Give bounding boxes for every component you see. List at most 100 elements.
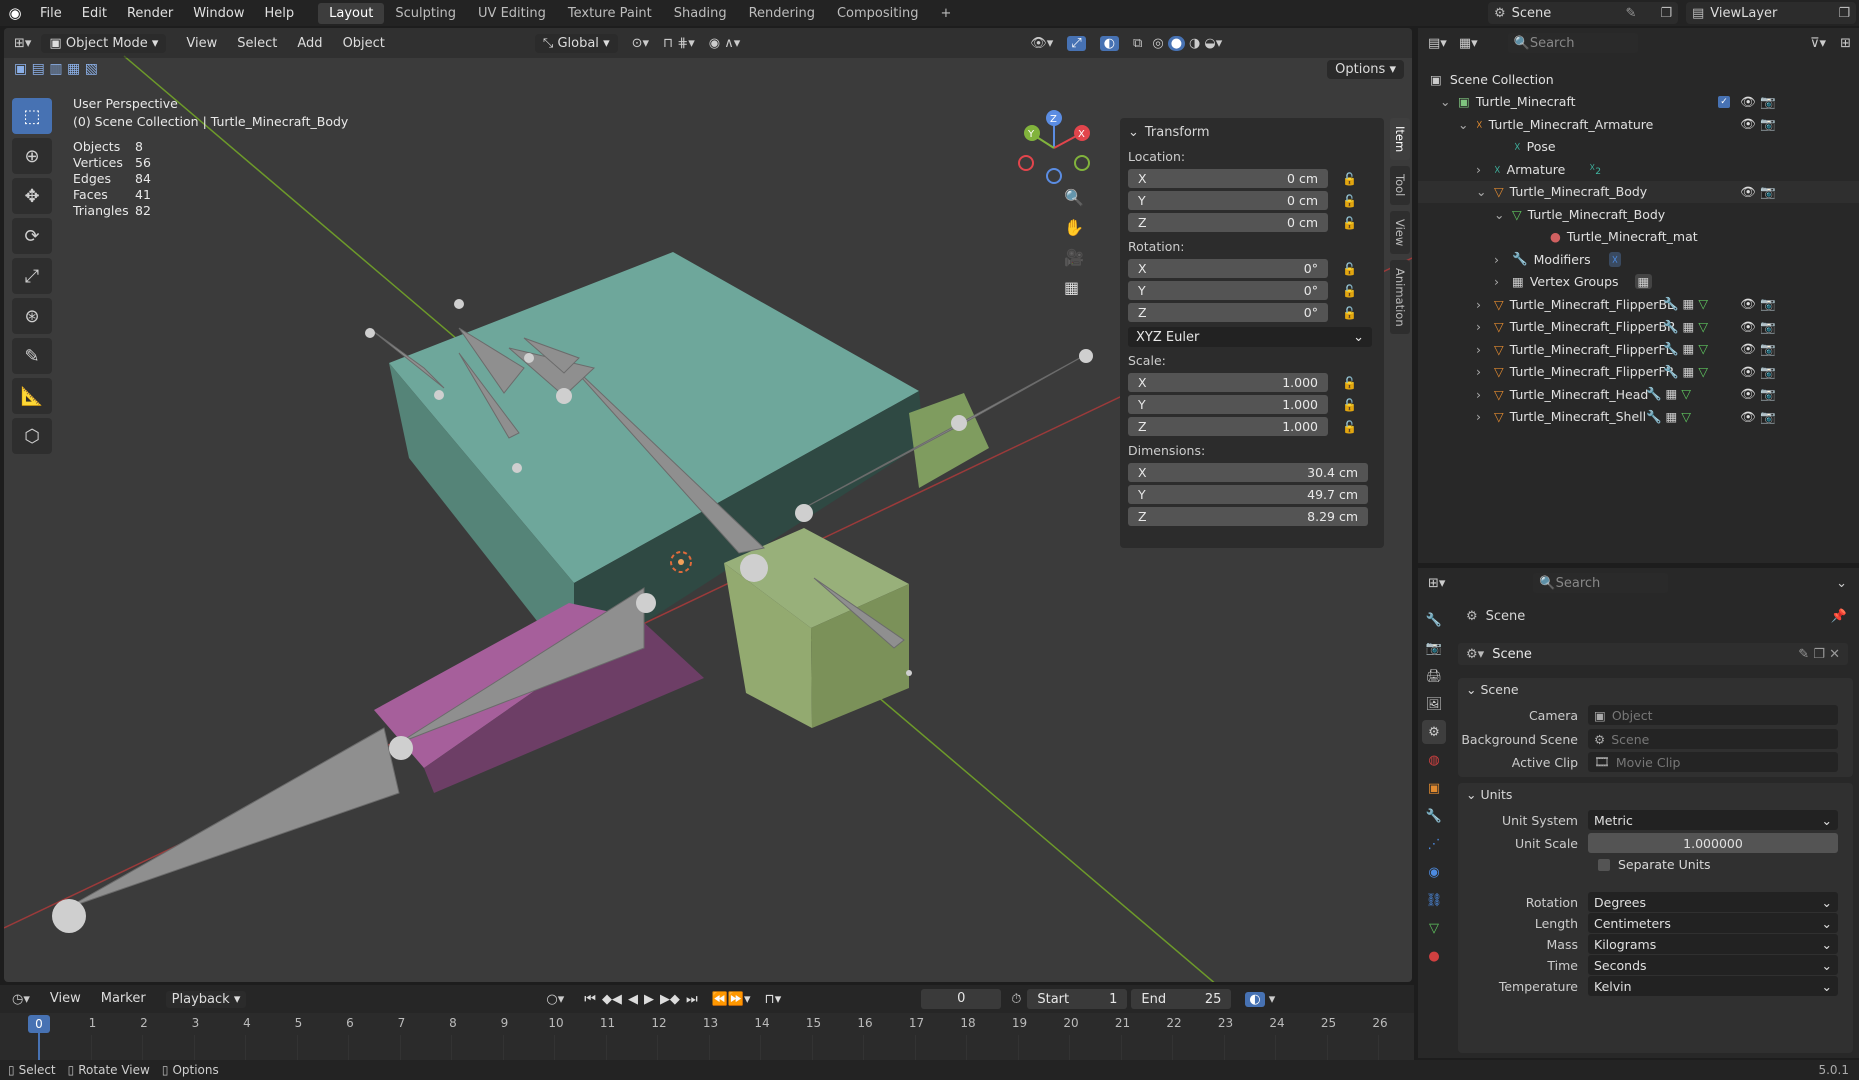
npanel-tab-view[interactable]: View xyxy=(1390,210,1410,254)
viewport-menu-object[interactable]: Object xyxy=(343,36,385,51)
play-icon[interactable]: ▶ xyxy=(644,992,654,1007)
outliner-row[interactable]: › ▽ Turtle_Minecraft_FlipperBL 🔧 ▦ ▽ 👁 📷 xyxy=(1418,293,1859,316)
scale-z-field[interactable]: Z 1.000 xyxy=(1128,417,1328,436)
visibility-icon[interactable]: 👁▾ xyxy=(1030,36,1053,51)
new-viewlayer-icon[interactable]: ❐ xyxy=(1838,6,1850,21)
scale-x-field[interactable]: X 1.000 xyxy=(1128,373,1328,392)
pin-icon[interactable]: 📌 xyxy=(1831,609,1847,624)
physics-tab-icon[interactable]: ◉ xyxy=(1422,860,1446,884)
prev-keyframe-icon[interactable]: ◆◀ xyxy=(602,992,622,1007)
visibility-eye-icon[interactable]: 👁 xyxy=(1740,94,1756,110)
visibility-eye-icon[interactable]: 👁 xyxy=(1740,386,1756,402)
rotation-y-field[interactable]: Y 0° xyxy=(1128,281,1328,300)
play-reverse-icon[interactable]: ◀ xyxy=(628,992,638,1007)
workspace-tab-rendering[interactable]: Rendering xyxy=(738,3,826,24)
lock-icon[interactable]: 🔓 xyxy=(1342,216,1357,230)
outliner-row[interactable]: › ▽ Turtle_Minecraft_FlipperFL 🔧 ▦ ▽ 👁 📷 xyxy=(1418,338,1859,361)
shading-material-icon[interactable]: ◑ xyxy=(1189,36,1200,51)
render-camera-icon[interactable]: 📷 xyxy=(1760,341,1776,357)
view-layer-tab-icon[interactable]: 🖼 xyxy=(1422,692,1446,716)
outliner-row[interactable]: ⌄ ▽ Turtle_Minecraft_Body 👁 📷 xyxy=(1418,180,1859,203)
properties-search[interactable]: 🔍 Search xyxy=(1533,573,1669,593)
blender-logo-icon[interactable]: ◉ xyxy=(0,4,30,22)
filter-icon[interactable]: ⊽▾ xyxy=(1810,36,1826,51)
lock-icon[interactable]: 🔓 xyxy=(1342,262,1357,276)
new-scene-icon[interactable]: ❐ xyxy=(1660,6,1672,21)
expand-arrow-icon[interactable]: › xyxy=(1476,342,1494,357)
outliner-row[interactable]: › ▦ Vertex Groups ▦ xyxy=(1418,271,1859,294)
separate-units-checkbox[interactable]: Separate Units xyxy=(1598,857,1711,872)
render-tab-icon[interactable]: 📷 xyxy=(1422,636,1446,660)
proportional-edit-icon[interactable]: ◉ ∧▾ xyxy=(709,36,741,51)
menu-window[interactable]: Window xyxy=(183,6,254,21)
measure-tool-icon[interactable]: 📐 xyxy=(12,378,52,414)
lock-icon[interactable]: 🔓 xyxy=(1342,194,1357,208)
menu-render[interactable]: Render xyxy=(117,6,183,21)
material-tab-icon[interactable]: ● xyxy=(1422,944,1446,968)
render-camera-icon[interactable]: 📷 xyxy=(1760,116,1776,132)
auto-key-icon[interactable]: ⊓▾ xyxy=(765,992,782,1007)
fake-user-icon[interactable]: ✎ ❐ ✕ xyxy=(1798,647,1840,662)
orientation-selector[interactable]: ⤡ Global ▾ xyxy=(534,33,618,53)
npanel-tab-tool[interactable]: Tool xyxy=(1390,166,1410,205)
outliner-row[interactable]: ☓ Pose xyxy=(1418,136,1859,159)
npanel-tab-animation[interactable]: Animation xyxy=(1390,259,1410,335)
new-collection-icon[interactable]: ⊞ xyxy=(1840,36,1851,51)
active-clip-field[interactable]: 🎞 Movie Clip xyxy=(1588,752,1838,772)
rotation-x-field[interactable]: X 0° xyxy=(1128,259,1328,278)
outliner-row[interactable]: › 🔧 Modifiers ☓ xyxy=(1418,248,1859,271)
outliner-row[interactable]: ⌄ ▽ Turtle_Minecraft_Body xyxy=(1418,203,1859,226)
clock-icon[interactable]: ⏱ xyxy=(1011,992,1021,1007)
render-camera-icon[interactable]: 📷 xyxy=(1760,364,1776,380)
lock-icon[interactable]: 🔓 xyxy=(1342,306,1357,320)
nav-gizmo[interactable]: Z X Y xyxy=(1014,108,1094,188)
rotate-tool-icon[interactable]: ⟳ xyxy=(12,218,52,254)
camera-field[interactable]: ▣ Object xyxy=(1588,705,1838,725)
expand-arrow-icon[interactable]: › xyxy=(1476,319,1494,334)
workspace-tab-texture-paint[interactable]: Texture Paint xyxy=(557,3,663,24)
select-mode-icons[interactable]: ▣ ▤ ▥ ▦ ▧ xyxy=(14,61,98,77)
visibility-eye-icon[interactable]: 👁 xyxy=(1740,184,1756,200)
keying-icon[interactable]: ○▾ xyxy=(546,992,564,1007)
background-scene-field[interactable]: ⚙ Scene xyxy=(1588,729,1838,749)
dimensions-x-field[interactable]: X 30.4 cm xyxy=(1128,463,1368,482)
pivot-icon[interactable]: ⊙▾ xyxy=(632,36,649,51)
overlay-toggle-icon[interactable]: ◐ xyxy=(1099,35,1120,51)
move-tool-icon[interactable]: ✥ xyxy=(12,178,52,214)
time-unit-field[interactable]: Seconds ⌄ xyxy=(1588,955,1838,975)
location-x-field[interactable]: X 0 cm xyxy=(1128,169,1328,188)
lock-icon[interactable]: 🔓 xyxy=(1342,284,1357,298)
outliner-row[interactable]: › ▽ Turtle_Minecraft_FlipperFR 🔧 ▦ ▽ 👁 📷 xyxy=(1418,361,1859,384)
outliner-editor-icon[interactable]: ▤▾ xyxy=(1428,36,1447,51)
expand-arrow-icon[interactable]: › xyxy=(1476,162,1494,177)
npanel-tab-item[interactable]: Item xyxy=(1390,118,1410,161)
visibility-eye-icon[interactable]: 👁 xyxy=(1740,341,1756,357)
outliner-search[interactable]: 🔍 Search xyxy=(1507,33,1638,53)
expand-arrow-icon[interactable]: › xyxy=(1494,274,1512,289)
object-tab-icon[interactable]: ▣ xyxy=(1422,776,1446,800)
lock-icon[interactable]: 🔓 xyxy=(1342,172,1357,186)
length-unit-field[interactable]: Centimeters ⌄ xyxy=(1588,913,1838,933)
mass-unit-field[interactable]: Kilograms ⌄ xyxy=(1588,934,1838,954)
expand-arrow-icon[interactable]: ⌄ xyxy=(1458,117,1476,132)
rotation-unit-field[interactable]: Degrees ⌄ xyxy=(1588,892,1838,912)
timeline-editor-icon[interactable]: ◷▾ xyxy=(12,992,30,1007)
shading-rendered-icon[interactable]: ◒▾ xyxy=(1204,36,1222,51)
scene-section-header[interactable]: ⌄ Scene xyxy=(1466,682,1519,697)
snap-icon[interactable]: ⊓ ⋕▾ xyxy=(663,36,695,51)
dimensions-y-field[interactable]: Y 49.7 cm xyxy=(1128,485,1368,504)
render-camera-icon[interactable]: 📷 xyxy=(1760,319,1776,335)
workspace-tab-layout[interactable]: Layout xyxy=(318,2,385,24)
3d-viewport[interactable]: ⊞▾ ▣ Object Mode ▾ View Select Add Object ⤡… xyxy=(4,28,1412,982)
timeline-menu-playback[interactable]: Playback ▾ xyxy=(165,990,247,1008)
shading-solid-icon[interactable]: ● xyxy=(1167,35,1186,51)
editor-type-icon[interactable]: ⊞▾ xyxy=(14,36,31,51)
ortho-grid-icon[interactable]: ▦ xyxy=(1064,278,1092,308)
scene-collection-row[interactable]: ▣ Scene Collection xyxy=(1418,68,1859,91)
annotate-tool-icon[interactable]: ✎ xyxy=(12,338,52,374)
expand-arrow-icon[interactable]: › xyxy=(1476,297,1494,312)
outliner-row[interactable]: ● Turtle_Minecraft_mat xyxy=(1418,226,1859,249)
dimensions-z-field[interactable]: Z 8.29 cm xyxy=(1128,507,1368,526)
visibility-eye-icon[interactable]: 👁 xyxy=(1740,116,1756,132)
current-frame-field[interactable]: 0 xyxy=(921,989,1002,1009)
